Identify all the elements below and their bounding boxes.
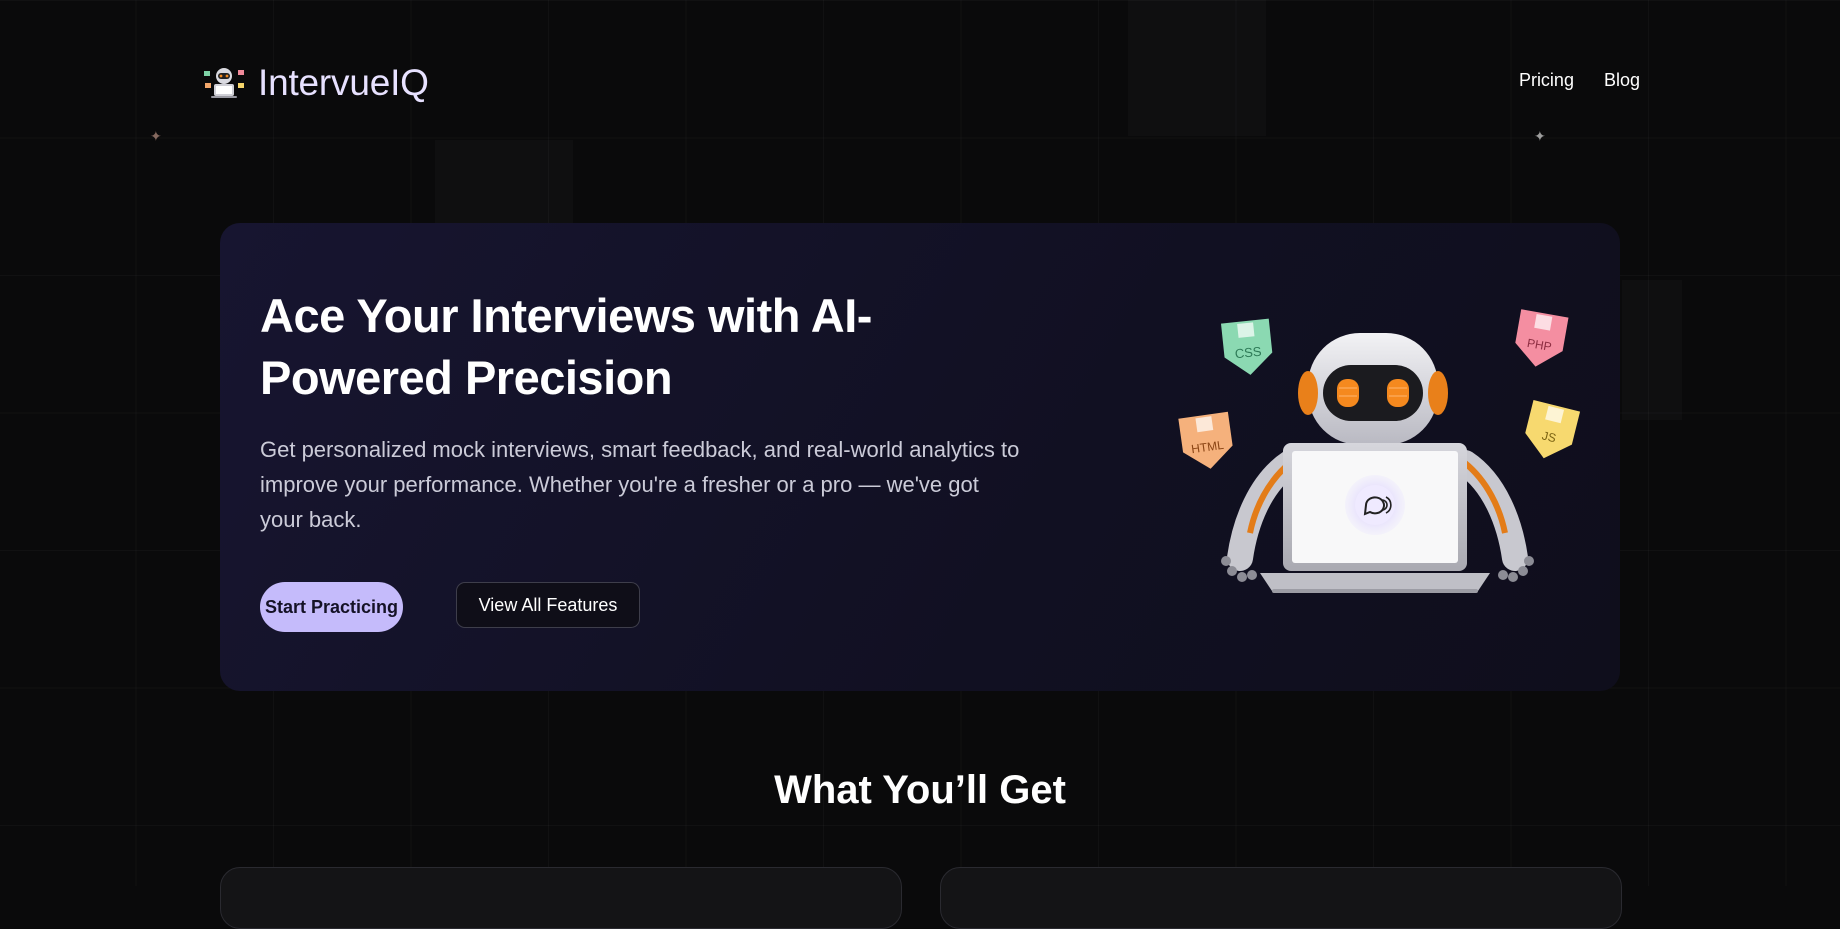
nav-link-blog[interactable]: Blog	[1604, 70, 1640, 91]
view-all-features-button[interactable]: View All Features	[456, 582, 640, 628]
section-title-features: What You’ll Get	[774, 768, 1066, 812]
feature-card	[220, 867, 902, 929]
robot-illustration: CSS PHP HTML JS	[1178, 309, 1581, 593]
nav-link-pricing[interactable]: Pricing	[1519, 70, 1574, 91]
background-tile	[1622, 280, 1682, 420]
background-tile	[435, 140, 573, 226]
hero-title: Ace Your Interviews with AI-Powered Prec…	[260, 289, 872, 404]
sparkle-icon: ✦	[1534, 128, 1546, 144]
navbar: IntervueIQ Pricing Blog	[200, 58, 1640, 108]
hero-card: Ace Your Interviews with AI-Powered Prec…	[220, 223, 1620, 691]
brand-name: IntervueIQ	[258, 62, 429, 103]
feature-card	[940, 867, 1622, 929]
css-tag-label: CSS	[1234, 344, 1262, 362]
robot-laptop-illustration: CSS PHP HTML JS	[1140, 293, 1610, 633]
hero-description: Get personalized mock interviews, smart …	[260, 437, 1020, 532]
start-practicing-button[interactable]: Start Practicing	[260, 582, 403, 632]
robot-logo-icon	[204, 68, 244, 98]
sparkle-icon: ✦	[150, 128, 162, 144]
nav-links: Pricing Blog	[1519, 70, 1640, 91]
brand-logo[interactable]: IntervueIQ	[200, 62, 429, 104]
